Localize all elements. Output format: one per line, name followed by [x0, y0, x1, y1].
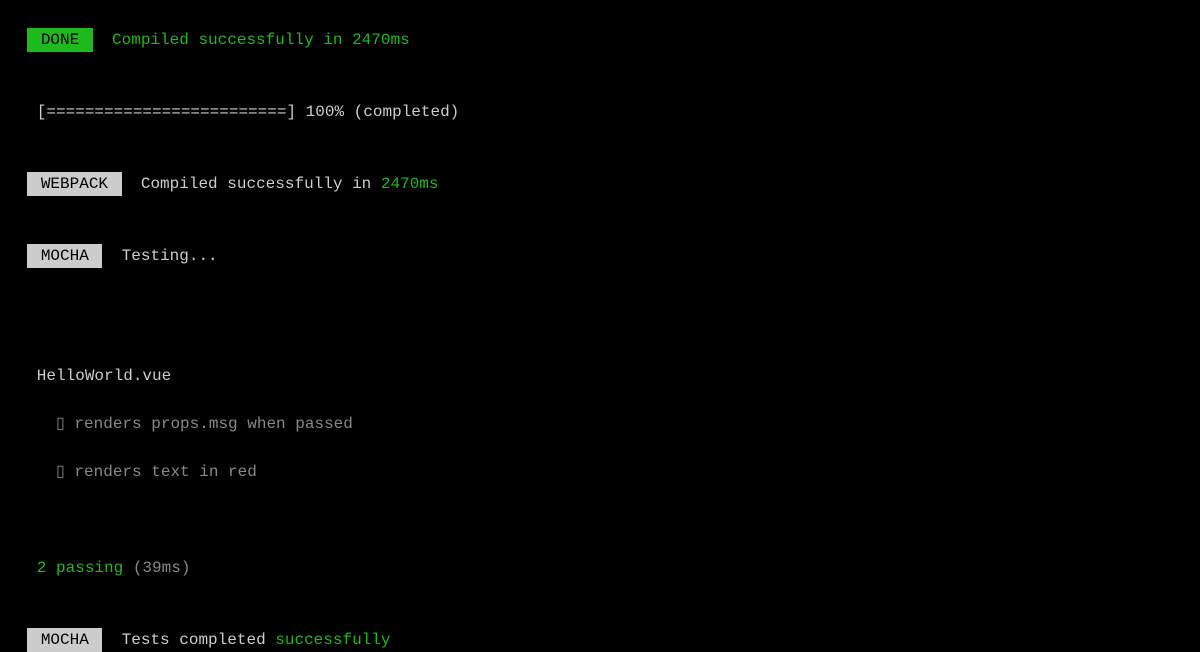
webpack-time: 2470ms [381, 175, 439, 193]
terminal-line-mocha-done: MOCHA Tests completed successfully [8, 604, 1192, 652]
test-name: renders props.msg when passed [74, 415, 352, 433]
checkmark-icon: ▯ [27, 415, 74, 433]
tests-completed-status: successfully [275, 631, 390, 649]
webpack-badge: WEBPACK [27, 172, 121, 196]
terminal-line-webpack: WEBPACK Compiled successfully in 2470ms [8, 148, 1192, 196]
terminal-line-mocha-start: MOCHA Testing... [8, 220, 1192, 268]
suite-name: HelloWorld.vue [27, 367, 171, 385]
done-badge-label: DONE [41, 31, 79, 49]
checkmark-icon: ▯ [27, 463, 74, 481]
mocha-badge: MOCHA [27, 244, 102, 268]
progress-status: (completed) [344, 103, 459, 121]
blank-line [8, 484, 1192, 508]
tests-completed-text: Tests completed [102, 631, 275, 649]
passing-duration: (39ms) [133, 559, 191, 577]
blank-line [8, 580, 1192, 604]
test-name: renders text in red [74, 463, 256, 481]
webpack-badge-label: WEBPACK [41, 175, 108, 193]
mocha-badge: MOCHA [27, 628, 102, 652]
mocha-badge-label: MOCHA [41, 631, 89, 649]
summary-line: 2 passing (39ms) [8, 532, 1192, 580]
blank-line [8, 508, 1192, 532]
blank-line [8, 316, 1192, 340]
passing-count: 2 passing [27, 559, 133, 577]
terminal-line-done: DONE Compiled successfully in 2470ms [8, 4, 1192, 52]
blank-line [8, 52, 1192, 76]
progress-line: [=========================] 100% (comple… [8, 76, 1192, 124]
mocha-text: Testing... [102, 247, 217, 265]
webpack-text: Compiled successfully in [122, 175, 381, 193]
done-text: Compiled successfully in [112, 31, 352, 49]
mocha-badge-label: MOCHA [41, 247, 89, 265]
blank-line [8, 268, 1192, 292]
done-badge: DONE [27, 28, 93, 52]
progress-bar: [=========================] [27, 103, 305, 121]
blank-line [8, 292, 1192, 316]
blank-line [8, 196, 1192, 220]
test-result-line: ▯ renders text in red [8, 436, 1192, 484]
progress-percent: 100% [306, 103, 344, 121]
blank-line [8, 124, 1192, 148]
done-time: 2470ms [352, 31, 410, 49]
test-result-line: ▯ renders props.msg when passed [8, 388, 1192, 436]
suite-name-line: HelloWorld.vue [8, 340, 1192, 388]
done-spacing [93, 31, 112, 49]
